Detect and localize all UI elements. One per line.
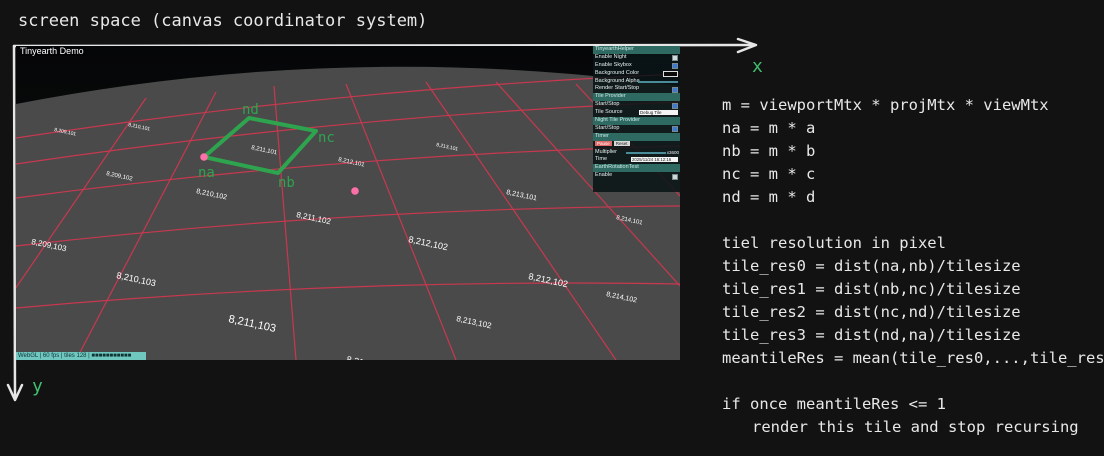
panel-section-header[interactable]: Timer	[593, 132, 680, 141]
note-line: tile_res1 = dist(nb,nc)/tilesize	[722, 280, 1021, 298]
x-axis-label: x	[752, 56, 763, 77]
panel-row-label: Timer	[595, 132, 609, 139]
panel-row-label: Tile Provider	[595, 93, 626, 100]
notes-condition-block: if once meantileRes <= 1 render this tile…	[722, 393, 1104, 439]
panel-checkbox[interactable]	[672, 63, 678, 70]
note-line: tile_res2 = dist(nc,nd)/tilesize	[722, 303, 1021, 321]
panel-row: Enable	[593, 172, 680, 180]
color-swatch[interactable]	[663, 71, 678, 78]
panel-section-header[interactable]: Night Tile Provider	[593, 117, 680, 125]
tile-source-select[interactable]: Debug Tile	[639, 110, 678, 116]
slider-value: x3600	[666, 149, 679, 155]
panel-row-label: Night Tile Provider	[595, 117, 640, 124]
note-line: tile_res0 = dist(na,nb)/tilesize	[722, 257, 1021, 275]
panel-row: Render Start/Stop	[593, 85, 680, 93]
reset-button[interactable]: Reset	[613, 140, 630, 146]
panel-section-header[interactable]: Tile Provider	[593, 93, 680, 102]
panel-section-header[interactable]: EarthRotationTest	[593, 164, 680, 173]
panel-row-label: Multiplier	[595, 148, 618, 155]
notes-resolution-block: tiel resolution in pixel tile_res0 = dist…	[722, 232, 1104, 370]
corner-label-nd: nd	[242, 102, 259, 118]
globe-surface	[16, 66, 680, 360]
panel-checkbox[interactable]	[672, 55, 678, 62]
note-line: render this tile and stop recursing	[752, 418, 1079, 436]
panel-checkbox[interactable]	[672, 173, 678, 180]
panel-row: Start/Stop	[593, 101, 680, 109]
panel-row: Multiplier x3600	[593, 149, 680, 157]
note-line: tiel resolution in pixel	[722, 234, 946, 252]
panel-row-label: TinyearthHelper	[595, 46, 634, 52]
panel-slider[interactable]	[626, 151, 666, 154]
panel-checkbox[interactable]	[672, 126, 678, 133]
panel-row: Start/Stop	[593, 125, 680, 133]
panel-row-label: EarthRotationTest	[595, 164, 639, 171]
panel-row-label: Start/Stop	[595, 101, 620, 108]
control-panel: TinyearthHelper Enable Night Enable Skybox…	[593, 46, 680, 192]
pause-button[interactable]: Pause	[595, 140, 612, 146]
corner-label-na: na	[198, 165, 215, 181]
note-line: m = viewportMtx * projMtx * viewMtx	[722, 96, 1049, 114]
y-axis-label: y	[32, 376, 43, 397]
panel-row: Time 2025/11/24 16:12:16	[593, 156, 680, 164]
corner-dot-far	[351, 187, 359, 195]
note-line: tile_res3 = dist(nd,na)/tilesize	[722, 326, 1021, 344]
demo-title: Tinyearth Demo	[18, 46, 86, 56]
panel-row: Enable Night	[593, 54, 680, 62]
notes: m = viewportMtx * projMtx * viewMtx na = …	[722, 94, 1104, 439]
panel-row-label: Background Alpha	[595, 77, 640, 84]
corner-label-nc: nc	[318, 130, 335, 146]
panel-row-label: Enable Skybox	[595, 61, 632, 68]
note-line: na = m * a	[722, 119, 816, 137]
panel-checkbox[interactable]	[672, 86, 678, 93]
note-line: nc = m * c	[722, 165, 816, 183]
panel-row-label: Enable Night	[595, 53, 627, 60]
panel-row: Enable Skybox	[593, 62, 680, 70]
time-input[interactable]: 2025/11/24 16:12:16	[631, 157, 678, 163]
panel-row: Background Alpha	[593, 78, 680, 86]
panel-row-label: Render Start/Stop	[595, 85, 640, 92]
note-line: nb = m * b	[722, 142, 816, 160]
panel-slider[interactable]	[638, 80, 678, 83]
panel-section-header[interactable]: TinyearthHelper	[593, 46, 680, 54]
panel-row-label: Enable	[595, 172, 613, 179]
panel-row: Background Color	[593, 70, 680, 78]
panel-row: Tile Source Debug Tile	[593, 109, 680, 117]
note-line: meantileRes = mean(tile_res0,...,tile_re…	[722, 349, 1104, 367]
note-line: if once meantileRes <= 1	[722, 395, 946, 413]
note-line: nd = m * d	[722, 188, 816, 206]
notes-matrix-block: m = viewportMtx * projMtx * viewMtx na = …	[722, 94, 1104, 209]
corner-dot-na	[200, 153, 208, 161]
panel-row: Pause Reset	[593, 140, 680, 149]
globe-scene: 8,209,101 8,210,1018,211,1018,212,1018,21…	[16, 46, 680, 360]
render-viewport[interactable]: 8,209,101 8,210,101 8,211,101 8,212,101 8,21…	[16, 46, 680, 360]
panel-checkbox[interactable]	[672, 102, 678, 109]
panel-row-label: Start/Stop	[595, 124, 620, 131]
panel-row-label: Time	[595, 156, 608, 163]
panel-row-label: Tile Source	[595, 109, 623, 116]
corner-label-nb: nb	[278, 175, 295, 191]
panel-row-label: Background Color	[595, 69, 640, 76]
status-bar: WebGL | 60 fps | tiles 128 | ■■■■■■■■■■■	[16, 352, 146, 360]
y-axis-line	[12, 44, 17, 400]
